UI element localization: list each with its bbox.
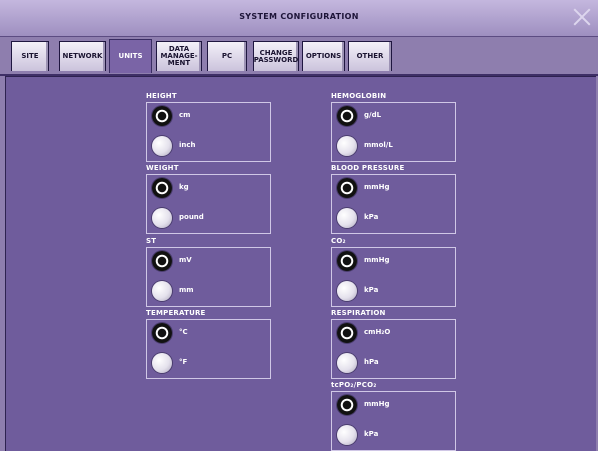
group-box-hemoglobin: g/dL mmol/L	[331, 102, 456, 162]
group-title-height: HEIGHT	[146, 92, 177, 100]
tab-options[interactable]: OPTIONS	[302, 41, 345, 71]
radio-option-label: mV	[179, 256, 192, 264]
group-title-temperature: TEMPERATURE	[146, 309, 206, 317]
group-box-temperature: °C °F	[146, 319, 271, 379]
close-icon[interactable]	[571, 6, 593, 28]
group-box-weight: kg pound	[146, 174, 271, 234]
radio-option[interactable]: cmH₂O	[337, 323, 447, 345]
radio-option[interactable]: kPa	[337, 281, 447, 303]
tab-change-password[interactable]: CHANGE PASSWORD	[253, 41, 299, 71]
radio-unselected-icon[interactable]	[152, 281, 172, 301]
radio-option[interactable]: kPa	[337, 208, 447, 230]
radio-option-label: cmH₂O	[364, 328, 391, 336]
radio-selected-icon[interactable]	[152, 323, 172, 343]
group-title-weight: WEIGHT	[146, 164, 179, 172]
radio-selected-icon[interactable]	[152, 178, 172, 198]
radio-option-label: mmHg	[364, 400, 390, 408]
tab-network[interactable]: NETWORK	[59, 41, 106, 71]
radio-option[interactable]: °C	[152, 323, 262, 345]
group-box-height: cm inch	[146, 102, 271, 162]
tab-site[interactable]: SITE	[11, 41, 49, 71]
group-title-tcpo-pco: tcPO₂/PCO₂	[331, 381, 377, 389]
radio-selected-icon[interactable]	[337, 395, 357, 415]
radio-option-label: mmHg	[364, 183, 390, 191]
radio-option[interactable]: mV	[152, 251, 262, 273]
group-title-hemoglobin: HEMOGLOBIN	[331, 92, 387, 100]
radio-option-label: kPa	[364, 213, 379, 221]
radio-selected-icon[interactable]	[337, 251, 357, 271]
radio-option[interactable]: inch	[152, 136, 262, 158]
radio-option[interactable]: mmHg	[337, 251, 447, 273]
units-panel: HEIGHT cm inch WEIGHT kg pound ST mV mm TEMPERATU…	[5, 76, 596, 451]
radio-selected-icon[interactable]	[337, 106, 357, 126]
tab-label: SITE	[21, 52, 39, 60]
radio-selected-icon[interactable]	[152, 106, 172, 126]
group-box-blood-pressure: mmHg kPa	[331, 174, 456, 234]
radio-option-label: kg	[179, 183, 189, 191]
radio-option-label: inch	[179, 141, 196, 149]
radio-option[interactable]: g/dL	[337, 106, 447, 128]
radio-option[interactable]: kPa	[337, 425, 447, 447]
radio-option-label: kPa	[364, 430, 379, 438]
tab-label: OPTIONS	[305, 52, 342, 60]
radio-option-label: mmHg	[364, 256, 390, 264]
group-box-tcpo-pco: mmHg kPa	[331, 391, 456, 451]
radio-option[interactable]: pound	[152, 208, 262, 230]
tab-label: NETWORK	[62, 52, 103, 60]
radio-unselected-icon[interactable]	[337, 136, 357, 156]
radio-selected-icon[interactable]	[337, 323, 357, 343]
radio-unselected-icon[interactable]	[337, 353, 357, 373]
radio-option[interactable]: mm	[152, 281, 262, 303]
radio-unselected-icon[interactable]	[152, 353, 172, 373]
radio-option[interactable]: mmol/L	[337, 136, 447, 158]
group-box-co: mmHg kPa	[331, 247, 456, 307]
group-title-respiration: RESPIRATION	[331, 309, 386, 317]
tab-units[interactable]: UNITS	[109, 39, 152, 73]
window-title: SYSTEM CONFIGURATION	[239, 12, 359, 21]
group-title-co: CO₂	[331, 237, 346, 245]
tab-data-management[interactable]: DATA MANAGE- MENT	[156, 41, 202, 71]
radio-option-label: °C	[179, 328, 188, 336]
radio-option[interactable]: kg	[152, 178, 262, 200]
tab-pc[interactable]: PC	[207, 41, 247, 71]
radio-option[interactable]: hPa	[337, 353, 447, 375]
radio-option-label: kPa	[364, 286, 379, 294]
radio-option-label: mmol/L	[364, 141, 393, 149]
radio-unselected-icon[interactable]	[337, 208, 357, 228]
radio-unselected-icon[interactable]	[337, 425, 357, 445]
radio-unselected-icon[interactable]	[152, 136, 172, 156]
group-box-st: mV mm	[146, 247, 271, 307]
group-box-respiration: cmH₂O hPa	[331, 319, 456, 379]
title-bar: SYSTEM CONFIGURATION	[0, 0, 598, 37]
tab-label: UNITS	[118, 52, 143, 60]
radio-option[interactable]: mmHg	[337, 178, 447, 200]
tab-label: CHANGE PASSWORD	[253, 48, 299, 64]
radio-option-label: g/dL	[364, 111, 382, 119]
radio-option-label: pound	[179, 213, 204, 221]
radio-option[interactable]: °F	[152, 353, 262, 375]
radio-option[interactable]: mmHg	[337, 395, 447, 417]
group-title-blood-pressure: BLOOD PRESSURE	[331, 164, 405, 172]
radio-unselected-icon[interactable]	[337, 281, 357, 301]
radio-option-label: cm	[179, 111, 191, 119]
radio-option-label: hPa	[364, 358, 379, 366]
tab-strip: SITE NETWORK UNITS DATA MANAGE- MENT PC …	[0, 37, 598, 75]
radio-option-label: mm	[179, 286, 194, 294]
radio-selected-icon[interactable]	[152, 251, 172, 271]
group-title-st: ST	[146, 237, 157, 245]
radio-selected-icon[interactable]	[337, 178, 357, 198]
tab-label: DATA MANAGE- MENT	[160, 45, 198, 67]
tab-label: OTHER	[356, 52, 384, 60]
radio-option-label: °F	[179, 358, 188, 366]
tab-label: PC	[221, 52, 233, 60]
system-configuration-window: SYSTEM CONFIGURATION SITE NETWORK UNITS …	[0, 0, 598, 451]
radio-unselected-icon[interactable]	[152, 208, 172, 228]
tab-other[interactable]: OTHER	[348, 41, 392, 71]
radio-option[interactable]: cm	[152, 106, 262, 128]
